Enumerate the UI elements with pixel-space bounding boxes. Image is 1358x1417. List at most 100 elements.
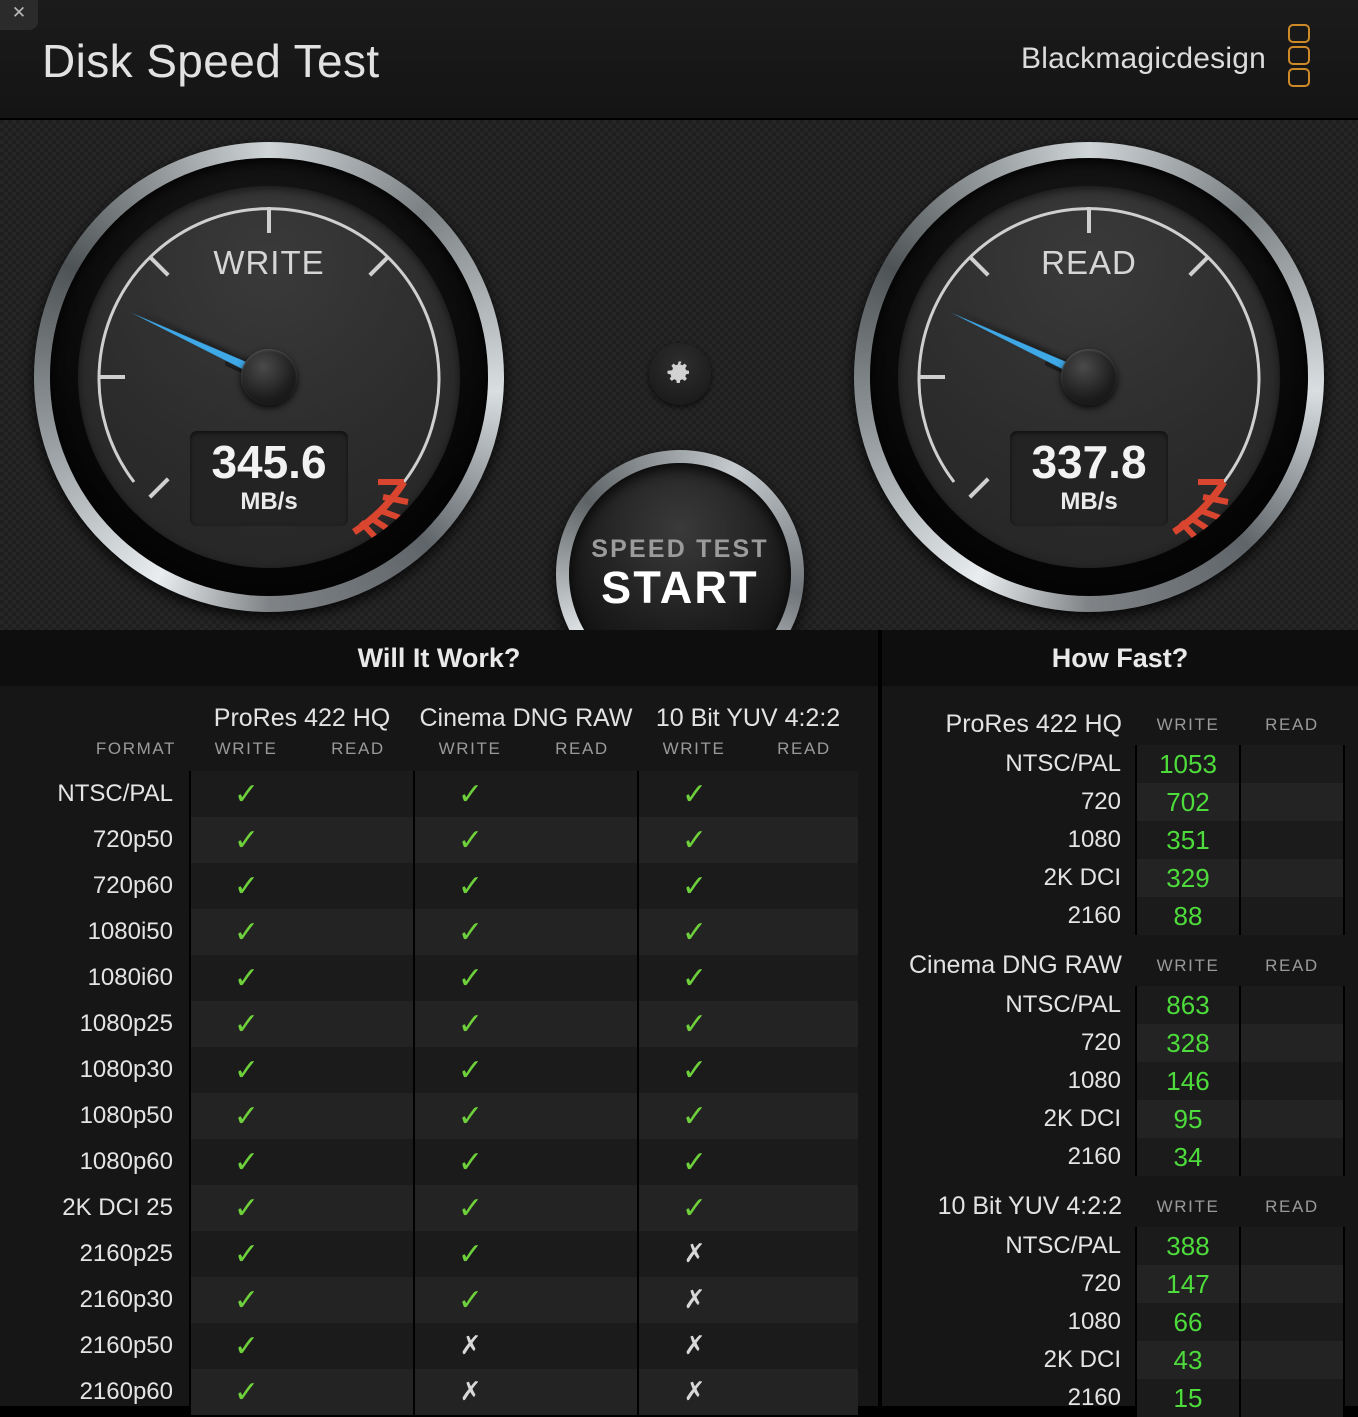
table-row: 1080 66	[898, 1303, 1345, 1341]
check-icon: ✓	[233, 1282, 260, 1318]
write-speed-value: 863	[1135, 986, 1240, 1024]
cell-empty	[526, 817, 638, 863]
cell-supported: ✓	[637, 863, 750, 909]
format-label: NTSC/PAL	[57, 780, 173, 807]
table-row: 1080p60 ✓ ✓ ✓	[20, 1139, 858, 1185]
cell-supported: ✓	[189, 1139, 302, 1185]
will-it-work-header: ProRes 422 HQ Cinema DNG RAW 10 Bit YUV …	[20, 692, 858, 771]
cell-unsupported: ✗	[637, 1231, 750, 1277]
write-speed-value: 702	[1135, 783, 1240, 821]
sub-header-write: WRITE	[662, 739, 726, 758]
cell-empty	[302, 1093, 414, 1139]
write-speed-value: 66	[1135, 1303, 1240, 1341]
resolution-label: 1080	[1067, 826, 1121, 853]
format-column-header: FORMAT	[95, 739, 176, 758]
sub-header-write: WRITE	[214, 739, 278, 758]
cell-empty	[526, 1139, 638, 1185]
write-speed-value: 88	[1135, 897, 1240, 935]
table-row: 2K DCI 329	[898, 859, 1345, 897]
cell-empty	[302, 909, 414, 955]
format-label: 2K DCI 25	[62, 1194, 173, 1221]
check-icon: ✓	[681, 868, 708, 904]
codec-header-1: Cinema DNG RAW	[419, 704, 633, 732]
cell-empty	[750, 1369, 858, 1415]
cell-supported: ✓	[413, 955, 526, 1001]
table-row: 2160p50 ✓ ✗ ✗	[20, 1323, 858, 1369]
check-icon: ✓	[457, 960, 484, 996]
start-button-caption: SPEED TEST	[591, 534, 769, 563]
cell-supported: ✓	[637, 817, 750, 863]
cell-supported: ✓	[189, 1185, 302, 1231]
cell-empty	[750, 1323, 858, 1369]
resolution-label: 720	[1080, 788, 1121, 815]
cell-empty	[526, 863, 638, 909]
cell-supported: ✓	[189, 1369, 302, 1415]
write-speed-value: 1053	[1135, 745, 1240, 783]
sub-header-write: WRITE	[1156, 714, 1220, 734]
check-icon: ✓	[233, 914, 260, 950]
cell-supported: ✓	[413, 863, 526, 909]
cell-empty	[750, 817, 858, 863]
results-area: Will It Work? ProRes 422 HQ Cinema DNG R…	[0, 630, 1358, 1417]
format-label: 2160p50	[79, 1332, 173, 1359]
sub-header-write: WRITE	[1156, 955, 1220, 975]
cell-supported: ✓	[637, 771, 750, 817]
cell-supported: ✓	[413, 1047, 526, 1093]
check-icon: ✓	[233, 822, 260, 858]
read-speed-value	[1239, 1024, 1345, 1062]
cell-empty	[750, 1185, 858, 1231]
format-label: 1080p30	[79, 1056, 173, 1083]
gauge-face: WRITE 345.6 MB/s	[78, 186, 460, 568]
cell-empty	[526, 1185, 638, 1231]
format-label: 720p50	[92, 826, 173, 853]
read-speed-value	[1239, 1062, 1345, 1100]
cell-supported: ✓	[189, 1001, 302, 1047]
cell-supported: ✓	[413, 909, 526, 955]
close-icon[interactable]: ✕	[0, 0, 38, 30]
table-row: 720 147	[898, 1265, 1345, 1303]
sub-header-read: READ	[777, 739, 831, 758]
read-speed-value	[1239, 1303, 1345, 1341]
table-row: 1080p25 ✓ ✓ ✓	[20, 1001, 858, 1047]
cell-empty	[526, 1323, 638, 1369]
sub-header-read: READ	[1265, 1196, 1319, 1216]
how-fast-panel: How Fast? ProRes 422 HQ WRITE READ NTSC/PAL…	[882, 630, 1358, 1417]
write-speed-value: 329	[1135, 859, 1240, 897]
check-icon: ✓	[457, 822, 484, 858]
write-speed-value: 34	[1135, 1138, 1240, 1176]
check-icon: ✓	[681, 1098, 708, 1134]
read-speed-value	[1239, 1138, 1345, 1176]
format-label: 2160p30	[79, 1286, 173, 1313]
check-icon: ✓	[681, 1052, 708, 1088]
cell-empty	[302, 1231, 414, 1277]
resolution-label: 720	[1080, 1029, 1121, 1056]
format-label: 1080p25	[79, 1010, 173, 1037]
sub-header-read: READ	[331, 739, 385, 758]
check-icon: ✓	[681, 1006, 708, 1042]
read-speed-value	[1239, 1227, 1345, 1265]
cell-supported: ✓	[189, 955, 302, 1001]
write-speed-value: 15	[1135, 1379, 1240, 1417]
cell-supported: ✓	[637, 955, 750, 1001]
sub-header-read: READ	[1265, 714, 1319, 734]
resolution-label: NTSC/PAL	[1005, 750, 1121, 777]
resolution-label: 2K DCI	[1043, 864, 1121, 891]
will-it-work-panel: Will It Work? ProRes 422 HQ Cinema DNG R…	[0, 630, 878, 1415]
format-label: 1080p60	[79, 1148, 173, 1175]
cross-icon: ✗	[459, 1331, 482, 1361]
cell-supported: ✓	[413, 1139, 526, 1185]
cell-empty	[526, 1047, 638, 1093]
table-row: 2160p25 ✓ ✓ ✗	[20, 1231, 858, 1277]
cell-supported: ✓	[189, 817, 302, 863]
cell-empty	[750, 1277, 858, 1323]
title-bar: ✕ Disk Speed Test Blackmagicdesign	[0, 0, 1358, 118]
cell-empty	[302, 1001, 414, 1047]
write-readout: 345.6 MB/s	[190, 431, 348, 526]
cell-unsupported: ✗	[637, 1369, 750, 1415]
settings-button[interactable]	[649, 343, 711, 405]
check-icon: ✓	[233, 776, 260, 812]
table-row: 2K DCI 25 ✓ ✓ ✓	[20, 1185, 858, 1231]
format-label: 2160p25	[79, 1240, 173, 1267]
check-icon: ✓	[457, 1236, 484, 1272]
group-title: 10 Bit YUV 4:2:2	[937, 1192, 1122, 1220]
